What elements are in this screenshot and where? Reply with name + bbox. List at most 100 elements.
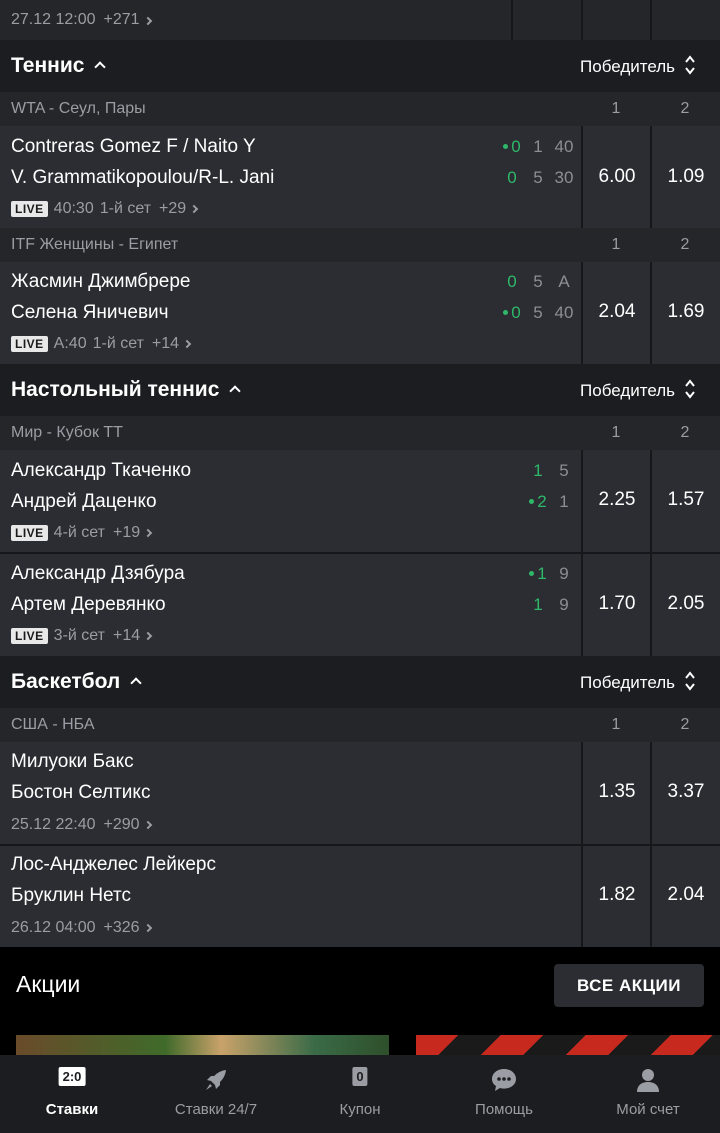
coupon-count-icon: 0 <box>352 1067 368 1086</box>
nav-label: Купон <box>339 1101 381 1118</box>
league-name: ITF Женщины - Египет <box>11 236 179 253</box>
section-title: Баскетбол <box>11 670 121 693</box>
column-divider <box>650 0 652 40</box>
team2-name: Селена Яничевич <box>11 302 169 323</box>
team1-name: Contreras Gomez F / Naito Y <box>11 136 256 157</box>
team2-name: Андрей Даценко <box>11 491 157 512</box>
more-markets-link[interactable]: +19 <box>113 524 140 542</box>
chevron-right-icon <box>182 339 192 349</box>
team2-name: Бруклин Нетс <box>11 885 131 906</box>
sort-arrows-icon[interactable] <box>684 54 696 76</box>
chevron-right-icon <box>143 16 152 26</box>
nav-help[interactable]: Помощь <box>454 1055 554 1133</box>
odd-button-2[interactable]: 2.05 <box>652 593 720 615</box>
scoreboard: 15 21 <box>491 455 577 517</box>
serve-indicator-icon <box>503 310 509 315</box>
chevron-right-icon <box>143 923 152 933</box>
event-datetime: 27.12 12:00 <box>11 11 96 28</box>
nav-label: Помощь <box>475 1101 533 1118</box>
odd-button-1[interactable]: 1.35 <box>583 781 651 803</box>
section-header-tennis[interactable]: Теннис Победитель <box>0 40 720 92</box>
more-markets-link[interactable]: +14 <box>152 335 179 353</box>
chevron-right-icon <box>143 528 153 538</box>
serve-indicator-icon <box>529 499 535 504</box>
previous-event-row[interactable]: 27.12 12:00 +271 <box>0 0 720 40</box>
serve-indicator-icon <box>529 571 535 576</box>
period-label: 1-й сет <box>99 200 152 217</box>
team1-name: Александр Ткаченко <box>11 460 192 481</box>
chevron-up-icon[interactable] <box>94 61 107 73</box>
period-label: 4-й сет <box>53 524 105 541</box>
column-divider <box>511 0 513 40</box>
rocket-icon <box>206 1070 226 1090</box>
team1-name: Милуоки Бакс <box>11 751 134 772</box>
event-datetime: 25.12 22:40 <box>11 816 96 833</box>
column-header-1: 1 <box>611 100 621 117</box>
sort-arrows-icon[interactable] <box>684 378 696 400</box>
more-markets-link[interactable]: +271 <box>104 11 140 28</box>
live-badge: LIVE <box>11 525 48 541</box>
scoreboard: 05A 0 5 40 <box>491 266 577 328</box>
section-header-basketball[interactable]: Баскетбол Победитель <box>0 656 720 708</box>
league-row: ITF Женщины - Египет 1 2 <box>0 228 720 262</box>
team2-name: V. Grammatikopoulou/R-L. Jani <box>11 167 275 188</box>
sort-arrows-icon[interactable] <box>684 670 696 692</box>
league-row: Мир - Кубок ТТ 1 2 <box>0 416 720 450</box>
team1-name: Лос-Анджелес Лейкерс <box>11 854 217 875</box>
live-badge: LIVE <box>11 336 48 352</box>
section-title: Теннис <box>11 54 85 77</box>
column-header-2: 2 <box>680 716 690 733</box>
game-score: A:40 <box>53 335 87 352</box>
nav-bets-24-7[interactable]: Ставки 24/7 <box>160 1055 272 1133</box>
live-badge: LIVE <box>11 201 48 217</box>
section-title: Настольный теннис <box>11 378 220 401</box>
nav-coupon[interactable]: 0 Купон <box>310 1055 410 1133</box>
section-header-table-tennis[interactable]: Настольный теннис Победитель <box>0 364 720 416</box>
column-header-2: 2 <box>680 100 690 117</box>
odd-button-1[interactable]: 6.00 <box>583 166 651 188</box>
all-promotions-button[interactable]: ВСЕ АКЦИИ <box>554 964 704 1007</box>
more-markets-link[interactable]: +326 <box>104 919 140 937</box>
team1-name: Александр Дзябура <box>11 563 185 584</box>
odd-button-2[interactable]: 2.04 <box>652 884 720 906</box>
league-row: WTA - Сеул, Пары 1 2 <box>0 92 720 126</box>
more-markets-link[interactable]: +290 <box>104 816 140 834</box>
nav-label: Ставки 24/7 <box>174 1101 258 1118</box>
more-markets-link[interactable]: +14 <box>113 627 140 645</box>
market-selector[interactable]: Победитель <box>580 381 675 401</box>
period-label: 1-й сет <box>92 335 144 352</box>
odd-button-1[interactable]: 1.70 <box>583 593 651 615</box>
odd-button-2[interactable]: 1.09 <box>652 166 720 188</box>
chevron-right-icon <box>143 820 152 830</box>
scoreboard: 19 19 <box>491 558 577 620</box>
nav-label: Мой счет <box>616 1101 680 1118</box>
odd-button-1[interactable]: 1.82 <box>583 884 651 906</box>
league-row: США - НБА 1 2 <box>0 708 720 742</box>
more-markets-link[interactable]: +29 <box>159 200 186 218</box>
chevron-right-icon <box>143 631 153 641</box>
market-selector[interactable]: Победитель <box>580 673 675 693</box>
event-datetime: 26.12 04:00 <box>11 919 96 936</box>
team1-name: Жасмин Джимбрере <box>11 271 191 292</box>
nav-bets[interactable]: 2:0 Ставки <box>22 1055 122 1133</box>
nav-account[interactable]: Мой счет <box>598 1055 698 1133</box>
scoreboard-icon: 2:0 <box>58 1067 86 1086</box>
chat-bubble-icon <box>492 1069 516 1091</box>
market-selector[interactable]: Победитель <box>580 57 675 77</box>
odd-button-2[interactable]: 1.69 <box>652 301 720 323</box>
chevron-up-icon[interactable] <box>130 677 142 689</box>
scoreboard: 0 1 40 0 5 30 <box>491 131 577 193</box>
chevron-right-icon <box>189 204 199 214</box>
game-score: 40:30 <box>53 200 94 217</box>
odd-button-1[interactable]: 2.04 <box>583 301 651 323</box>
team2-name: Артем Деревянко <box>11 594 166 615</box>
chevron-up-icon[interactable] <box>229 385 242 397</box>
odd-button-2[interactable]: 3.37 <box>652 781 720 803</box>
league-name: США - НБА <box>11 716 95 733</box>
odd-button-2[interactable]: 1.57 <box>652 489 720 511</box>
live-badge: LIVE <box>11 628 48 644</box>
odd-button-1[interactable]: 2.25 <box>583 489 651 511</box>
event-meta: 27.12 12:00 +271 <box>11 11 152 29</box>
user-icon <box>637 1069 659 1092</box>
league-name: Мир - Кубок ТТ <box>11 424 123 441</box>
